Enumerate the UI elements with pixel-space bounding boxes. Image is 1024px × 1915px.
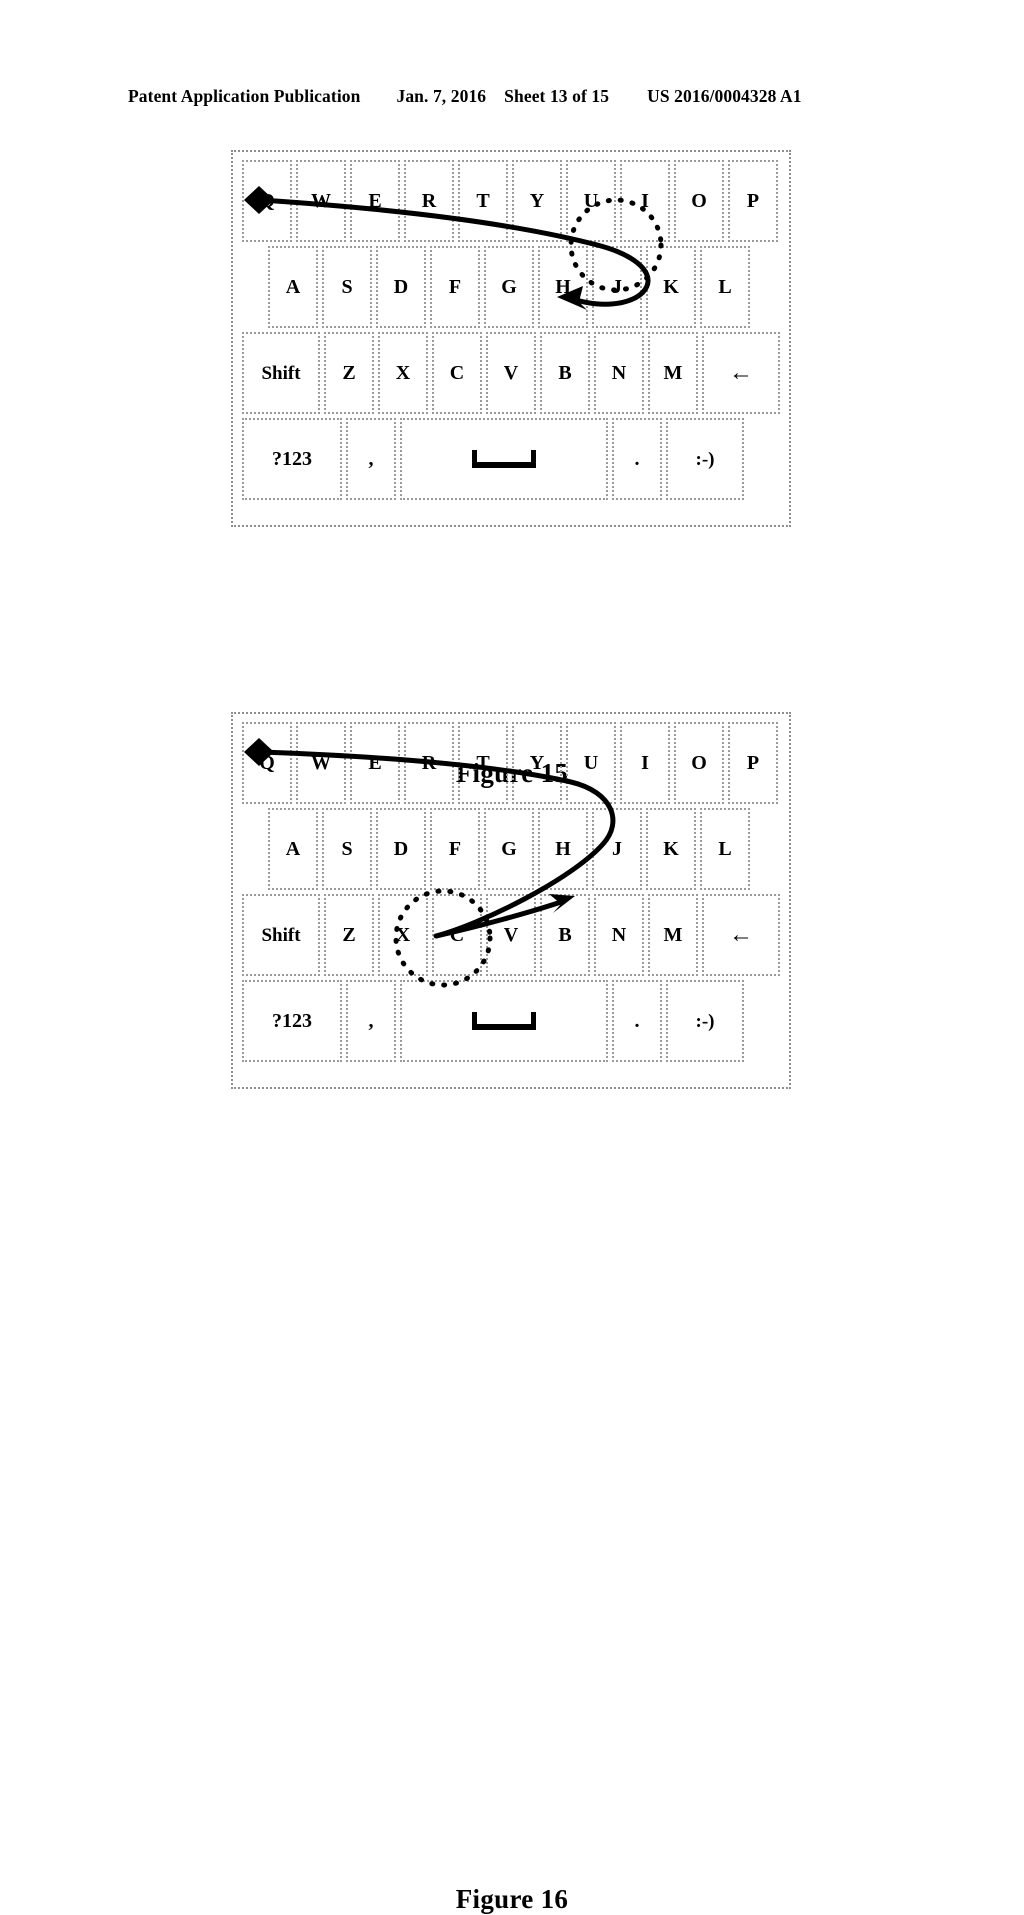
key-j[interactable]: J	[592, 808, 642, 890]
key-n[interactable]: N	[594, 332, 644, 414]
key-x[interactable]: X	[378, 894, 428, 976]
keyboard-row-bottom: Shift Z X C V B N M ←	[242, 894, 782, 976]
key-t[interactable]: T	[458, 160, 508, 242]
keyboard-row-home: A S D F G H J K L	[242, 246, 782, 328]
key-e[interactable]: E	[350, 160, 400, 242]
key-z[interactable]: Z	[324, 332, 374, 414]
key-w[interactable]: W	[296, 722, 346, 804]
key-e[interactable]: E	[350, 722, 400, 804]
header-patent-number: US 2016/0004328 A1	[647, 86, 802, 106]
key-h[interactable]: H	[538, 246, 588, 328]
keyboard-figure-15: Q W E R T Y U I O P A S D F G H J K L Sh…	[231, 150, 793, 540]
key-space[interactable]	[400, 418, 608, 500]
key-shift[interactable]: Shift	[242, 894, 320, 976]
key-s[interactable]: S	[322, 246, 372, 328]
key-i[interactable]: I	[620, 722, 670, 804]
key-i[interactable]: I	[620, 160, 670, 242]
key-f[interactable]: F	[430, 808, 480, 890]
backspace-icon[interactable]: ←	[702, 332, 780, 414]
spacebar-icon	[472, 450, 536, 468]
key-r[interactable]: R	[404, 722, 454, 804]
keyboard-rows: Q W E R T Y U I O P A S D F G H J K L Sh…	[242, 160, 782, 504]
key-period[interactable]: .	[612, 980, 662, 1062]
key-shift[interactable]: Shift	[242, 332, 320, 414]
key-t[interactable]: T	[458, 722, 508, 804]
key-d[interactable]: D	[376, 246, 426, 328]
keyboard-row-top: Q W E R T Y U I O P	[242, 160, 782, 242]
key-numeric-mode[interactable]: ?123	[242, 418, 342, 500]
key-p[interactable]: P	[728, 160, 778, 242]
key-emoticon[interactable]: :-)	[666, 980, 744, 1062]
key-g[interactable]: G	[484, 246, 534, 328]
figure-16: Q W E R T Y U I O P A S D F G H J K L Sh…	[0, 712, 1024, 1914]
key-v[interactable]: V	[486, 894, 536, 976]
key-emoticon[interactable]: :-)	[666, 418, 744, 500]
key-a[interactable]: A	[268, 808, 318, 890]
key-x[interactable]: X	[378, 332, 428, 414]
keyboard-row-top: Q W E R T Y U I O P	[242, 722, 782, 804]
key-s[interactable]: S	[322, 808, 372, 890]
figure-15: Q W E R T Y U I O P A S D F G H J K L Sh…	[0, 150, 1024, 788]
key-a[interactable]: A	[268, 246, 318, 328]
key-c[interactable]: C	[432, 332, 482, 414]
keyboard-figure-16: Q W E R T Y U I O P A S D F G H J K L Sh…	[231, 712, 793, 1102]
key-k[interactable]: K	[646, 246, 696, 328]
key-space[interactable]	[400, 980, 608, 1062]
key-f[interactable]: F	[430, 246, 480, 328]
key-z[interactable]: Z	[324, 894, 374, 976]
header-publication-date: Jan. 7, 2016	[396, 86, 487, 106]
key-u[interactable]: U	[566, 160, 616, 242]
key-h[interactable]: H	[538, 808, 588, 890]
keyboard-row-home: A S D F G H J K L	[242, 808, 782, 890]
key-m[interactable]: M	[648, 332, 698, 414]
key-w[interactable]: W	[296, 160, 346, 242]
key-y[interactable]: Y	[512, 722, 562, 804]
key-period[interactable]: .	[612, 418, 662, 500]
key-u[interactable]: U	[566, 722, 616, 804]
key-m[interactable]: M	[648, 894, 698, 976]
page-header: Patent Application Publication Jan. 7, 2…	[128, 86, 896, 107]
key-l[interactable]: L	[700, 808, 750, 890]
key-o[interactable]: O	[674, 722, 724, 804]
key-y[interactable]: Y	[512, 160, 562, 242]
key-g[interactable]: G	[484, 808, 534, 890]
header-publication-title: Patent Application Publication	[128, 86, 361, 106]
key-numeric-mode[interactable]: ?123	[242, 980, 342, 1062]
key-l[interactable]: L	[700, 246, 750, 328]
figure-16-caption: Figure 16	[455, 1884, 569, 1914]
key-b[interactable]: B	[540, 332, 590, 414]
key-j[interactable]: J	[592, 246, 642, 328]
key-q[interactable]: Q	[242, 722, 292, 804]
key-c[interactable]: C	[432, 894, 482, 976]
key-v[interactable]: V	[486, 332, 536, 414]
key-comma[interactable]: ,	[346, 980, 396, 1062]
keyboard-rows: Q W E R T Y U I O P A S D F G H J K L Sh…	[242, 722, 782, 1066]
key-q[interactable]: Q	[242, 160, 292, 242]
key-o[interactable]: O	[674, 160, 724, 242]
key-r[interactable]: R	[404, 160, 454, 242]
keyboard-row-function: ?123 , . :-)	[242, 980, 782, 1062]
keyboard-row-bottom: Shift Z X C V B N M ←	[242, 332, 782, 414]
key-p[interactable]: P	[728, 722, 778, 804]
key-b[interactable]: B	[540, 894, 590, 976]
backspace-icon[interactable]: ←	[702, 894, 780, 976]
key-n[interactable]: N	[594, 894, 644, 976]
header-sheet-number: Sheet 13 of 15	[504, 86, 610, 106]
key-comma[interactable]: ,	[346, 418, 396, 500]
spacebar-icon	[472, 1012, 536, 1030]
keyboard-row-function: ?123 , . :-)	[242, 418, 782, 500]
key-d[interactable]: D	[376, 808, 426, 890]
key-k[interactable]: K	[646, 808, 696, 890]
